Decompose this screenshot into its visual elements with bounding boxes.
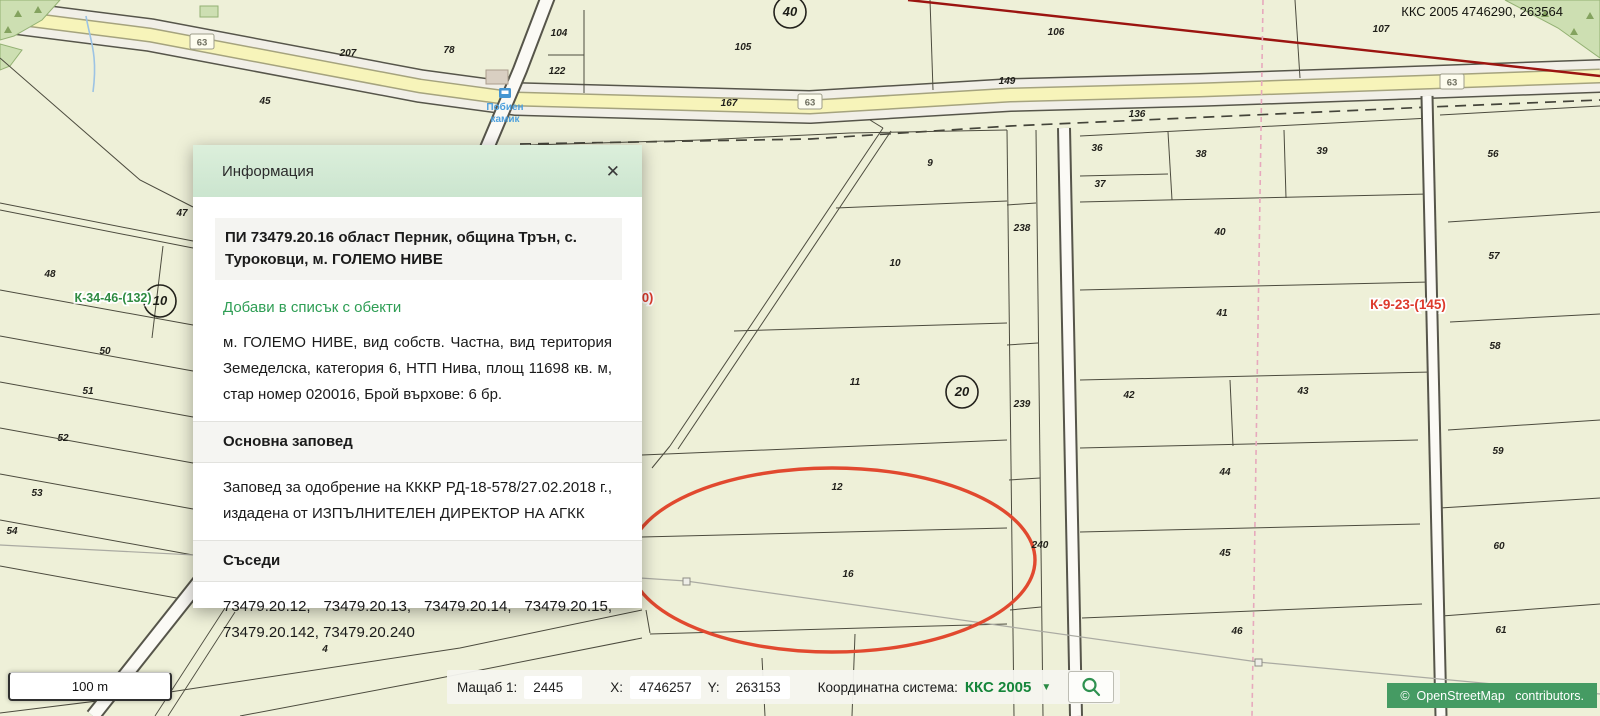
parcel-identifier-title: ПИ 73479.20.16 област Перник, община Тръ… — [215, 218, 622, 280]
parcel-number-label: 78 — [443, 45, 455, 56]
parcel-number-label: 11 — [850, 377, 861, 388]
parcel-number-label: 240 — [1031, 540, 1049, 551]
parcel-number-label: 44 — [1218, 467, 1231, 478]
add-to-object-list-link[interactable]: Добави в списък с обекти — [223, 295, 612, 321]
parcel-number-label: 58 — [1489, 341, 1501, 352]
osm-attribution: © OpenStreetMap contributors. — [1387, 683, 1597, 708]
parcel-number-label: 41 — [1215, 308, 1228, 319]
parcel-number-label: 10 — [889, 258, 901, 269]
scale-bar-label: 100 m — [72, 679, 108, 694]
chevron-down-icon: ▼ — [1041, 682, 1051, 693]
map-scale-bar: 100 m — [8, 672, 172, 701]
crs-selected-value: ККС 2005 — [965, 679, 1031, 696]
search-icon — [1080, 676, 1102, 698]
parcel-number-label: 61 — [1495, 625, 1507, 636]
parcel-number-label: 149 — [999, 76, 1016, 87]
parcel-number-label: 54 — [6, 526, 18, 537]
parcel-number-label: 57 — [1488, 251, 1500, 262]
info-popup-body: ПИ 73479.20.16 област Перник, община Тръ… — [193, 218, 642, 646]
neighbors-section-header: Съседи — [193, 540, 642, 582]
parcel-number-label: 56 — [1487, 149, 1499, 160]
parcel-number-label: 104 — [551, 28, 568, 39]
parcel-number-label: 38 — [1195, 149, 1207, 160]
parcel-number-label: 45 — [1218, 548, 1231, 559]
bus-stop-icon-window — [502, 91, 509, 95]
parcel-number-label: 207 — [339, 48, 357, 59]
parcel-number-label: 106 — [1048, 27, 1065, 38]
parcel-number-label: 47 — [175, 208, 188, 219]
building — [486, 70, 508, 84]
search-button[interactable] — [1068, 671, 1114, 703]
crs-label: Координатна система: — [818, 680, 958, 695]
close-icon[interactable]: ✕ — [602, 161, 624, 182]
cadastral-region-number: 20 — [954, 384, 970, 399]
order-text: Заповед за одобрение на КККР РД-18-578/2… — [223, 475, 612, 527]
parcel-number-label: 60 — [1493, 541, 1505, 552]
parcel-number-label: 9 — [927, 158, 933, 169]
parcel-number-label: 52 — [57, 433, 69, 444]
x-label: X: — [610, 680, 623, 695]
parcel-number-label: 16 — [842, 569, 854, 580]
parcel-number-label: 122 — [549, 66, 566, 77]
scale-label: Мащаб 1: — [457, 680, 517, 695]
cadastral-region-number: 40 — [782, 4, 798, 19]
y-label: Y: — [708, 680, 720, 695]
parcel-number-label: 45 — [258, 96, 271, 107]
x-coordinate-input[interactable]: 4746257 — [630, 676, 701, 699]
parcel-number-label: 48 — [43, 269, 56, 280]
y-coordinate-input[interactable]: 263153 — [727, 676, 790, 699]
parcel-number-label: 107 — [1373, 24, 1390, 35]
parcel-number-label: 239 — [1013, 399, 1031, 410]
parcel-number-label: 59 — [1492, 446, 1504, 457]
parcel-number-label: 51 — [82, 386, 94, 397]
crs-select[interactable]: ККС 2005 ▼ — [965, 679, 1051, 696]
map-sheet-label: К-34-46-(132) — [74, 291, 151, 305]
parcel-number-label: 50 — [99, 346, 111, 357]
parcel-number-label: 53 — [31, 488, 43, 499]
popup-title: Информация — [222, 163, 602, 180]
cursor-coordinates-readout: ККС 2005 4746290, 263564 — [1401, 4, 1563, 19]
cadastral-region-number: 10 — [153, 293, 168, 308]
info-popup-header: Информация ✕ — [193, 145, 642, 197]
parcel-number-label: 37 — [1094, 179, 1106, 190]
parcel-number-label: 42 — [1122, 390, 1135, 401]
parcel-number-label: 43 — [1296, 386, 1309, 397]
status-bar: Мащаб 1: 2445 X: 4746257 Y: 263153 Коорд… — [447, 670, 1120, 704]
parcel-number-label: 46 — [1230, 626, 1243, 637]
parcel-number-label: 39 — [1316, 146, 1328, 157]
scale-input[interactable]: 2445 — [524, 676, 582, 699]
neighbors-list: 73479.20.12, 73479.20.13, 73479.20.14, 7… — [223, 594, 612, 646]
info-popup: Информация ✕ ПИ 73479.20.16 област Перни… — [193, 145, 642, 608]
road-shield-number: 63 — [1447, 78, 1458, 89]
road-shield-number: 63 — [197, 38, 208, 49]
bus-stop-name-line2: камик — [490, 114, 520, 125]
parcel-number-label: 238 — [1013, 223, 1031, 234]
parcel-description: м. ГОЛЕМО НИВЕ, вид собств. Частна, вид … — [223, 330, 612, 408]
map-viewport: 207 78 104 122 105 106 107 149 167 136 45 47 48 50 51 5… — [0, 0, 1600, 716]
parcel-number-label: 12 — [831, 482, 843, 493]
road-shield-number: 63 — [805, 98, 816, 109]
order-section-header: Основна заповед — [193, 421, 642, 463]
parcel-number-label: 136 — [1129, 109, 1146, 120]
parcel-number-label: 40 — [1213, 227, 1226, 238]
map-sheet-label: К-9-23-(145) — [1370, 297, 1446, 312]
parcel-number-label: 36 — [1091, 143, 1103, 154]
parcel-number-label: 105 — [735, 42, 752, 53]
bus-stop-name-line1: Побиен — [486, 101, 523, 113]
parcel-number-label: 167 — [721, 98, 738, 109]
